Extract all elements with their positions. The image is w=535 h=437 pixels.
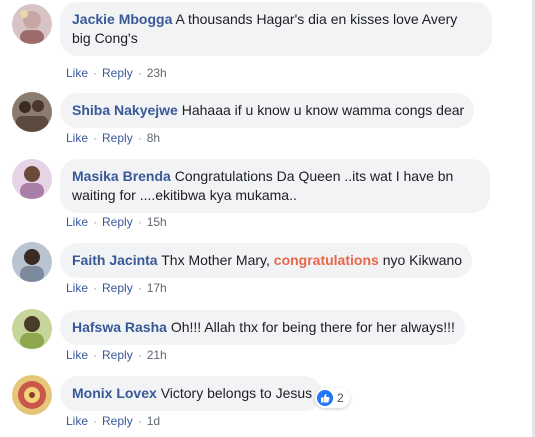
separator: · (137, 66, 142, 80)
comment-bubble: Faith Jacinta Thx Mother Mary, congratul… (60, 243, 473, 278)
separator: · (93, 414, 98, 428)
comment-text: Thx Mother Mary, (161, 252, 270, 268)
separator: · (137, 215, 142, 229)
comment-bubble: Hafswa Rasha Oh!!! Allah thx for being t… (60, 310, 465, 345)
timestamp[interactable]: 1d (147, 414, 160, 428)
like-button[interactable]: Like (66, 66, 88, 80)
comment-text: Oh!!! Allah thx for being there for her … (170, 319, 455, 335)
comment-text: Hahaaa if u know u know wamma congs dear (181, 102, 465, 118)
like-button[interactable]: Like (66, 215, 88, 229)
comment-text: waiting for ....ekitibwa kya mukama.. (72, 187, 297, 203)
reply-button[interactable]: Reply (102, 66, 133, 80)
reaction-count-value: 2 (337, 391, 344, 405)
comment-text: big Cong's (72, 30, 138, 46)
comment-bubble: Jackie Mbogga A thousands Hagar's dia en… (60, 2, 492, 56)
timestamp[interactable]: 8h (147, 131, 160, 145)
reply-button[interactable]: Reply (102, 281, 133, 295)
thumbs-up-icon (317, 390, 333, 406)
comment-actions: Like · Reply · 23h (66, 65, 167, 81)
separator: · (93, 348, 98, 362)
separator: · (137, 281, 142, 295)
separator: · (137, 131, 142, 145)
reply-button[interactable]: Reply (102, 348, 133, 362)
avatar[interactable] (12, 92, 52, 132)
timestamp[interactable]: 21h (147, 348, 167, 362)
comment-bubble: Monix Lovex Victory belongs to Jesus (60, 376, 323, 411)
commenter-name[interactable]: Jackie Mbogga (72, 11, 172, 27)
commenter-name[interactable]: Hafswa Rasha (72, 319, 167, 335)
avatar[interactable] (12, 242, 52, 282)
comment-text: Victory belongs to Jesus (160, 385, 313, 401)
reply-button[interactable]: Reply (102, 131, 133, 145)
separator: · (93, 131, 98, 145)
comment-bubble: Shiba Nakyejwe Hahaaa if u know u know w… (60, 93, 475, 128)
reaction-count[interactable]: 2 (315, 388, 350, 408)
timestamp[interactable]: 15h (147, 215, 167, 229)
avatar[interactable] (12, 159, 52, 199)
separator: · (93, 66, 98, 80)
comment-actions: Like · Reply · 21h (66, 347, 167, 363)
like-button[interactable]: Like (66, 281, 88, 295)
avatar[interactable] (12, 309, 52, 349)
avatar[interactable] (12, 4, 52, 44)
comment-actions: Like · Reply · 8h (66, 130, 160, 146)
like-button[interactable]: Like (66, 414, 88, 428)
avatar[interactable] (12, 375, 52, 415)
comment-actions: Like · Reply · 1d (66, 413, 160, 429)
commenter-name[interactable]: Masika Brenda (72, 168, 171, 184)
highlighted-word: congratulations (273, 252, 379, 268)
separator: · (93, 215, 98, 229)
comment-actions: Like · Reply · 15h (66, 214, 167, 230)
comment-bubble: Masika Brenda Congratulations Da Queen .… (60, 159, 490, 213)
separator: · (137, 414, 142, 428)
comment-text: A thousands Hagar's dia en kisses love A… (175, 11, 458, 27)
commenter-name[interactable]: Shiba Nakyejwe (72, 102, 178, 118)
commenter-name[interactable]: Monix Lovex (72, 385, 157, 401)
reply-button[interactable]: Reply (102, 215, 133, 229)
comment-text: nyo Kikwano (382, 252, 463, 268)
separator: · (93, 281, 98, 295)
timestamp[interactable]: 23h (147, 66, 167, 80)
comment-actions: Like · Reply · 17h (66, 280, 167, 296)
like-button[interactable]: Like (66, 131, 88, 145)
timestamp[interactable]: 17h (147, 281, 167, 295)
reply-button[interactable]: Reply (102, 414, 133, 428)
commenter-name[interactable]: Faith Jacinta (72, 252, 158, 268)
comment-text: Congratulations Da Queen ..its wat I hav… (174, 168, 454, 184)
like-button[interactable]: Like (66, 348, 88, 362)
separator: · (137, 348, 142, 362)
